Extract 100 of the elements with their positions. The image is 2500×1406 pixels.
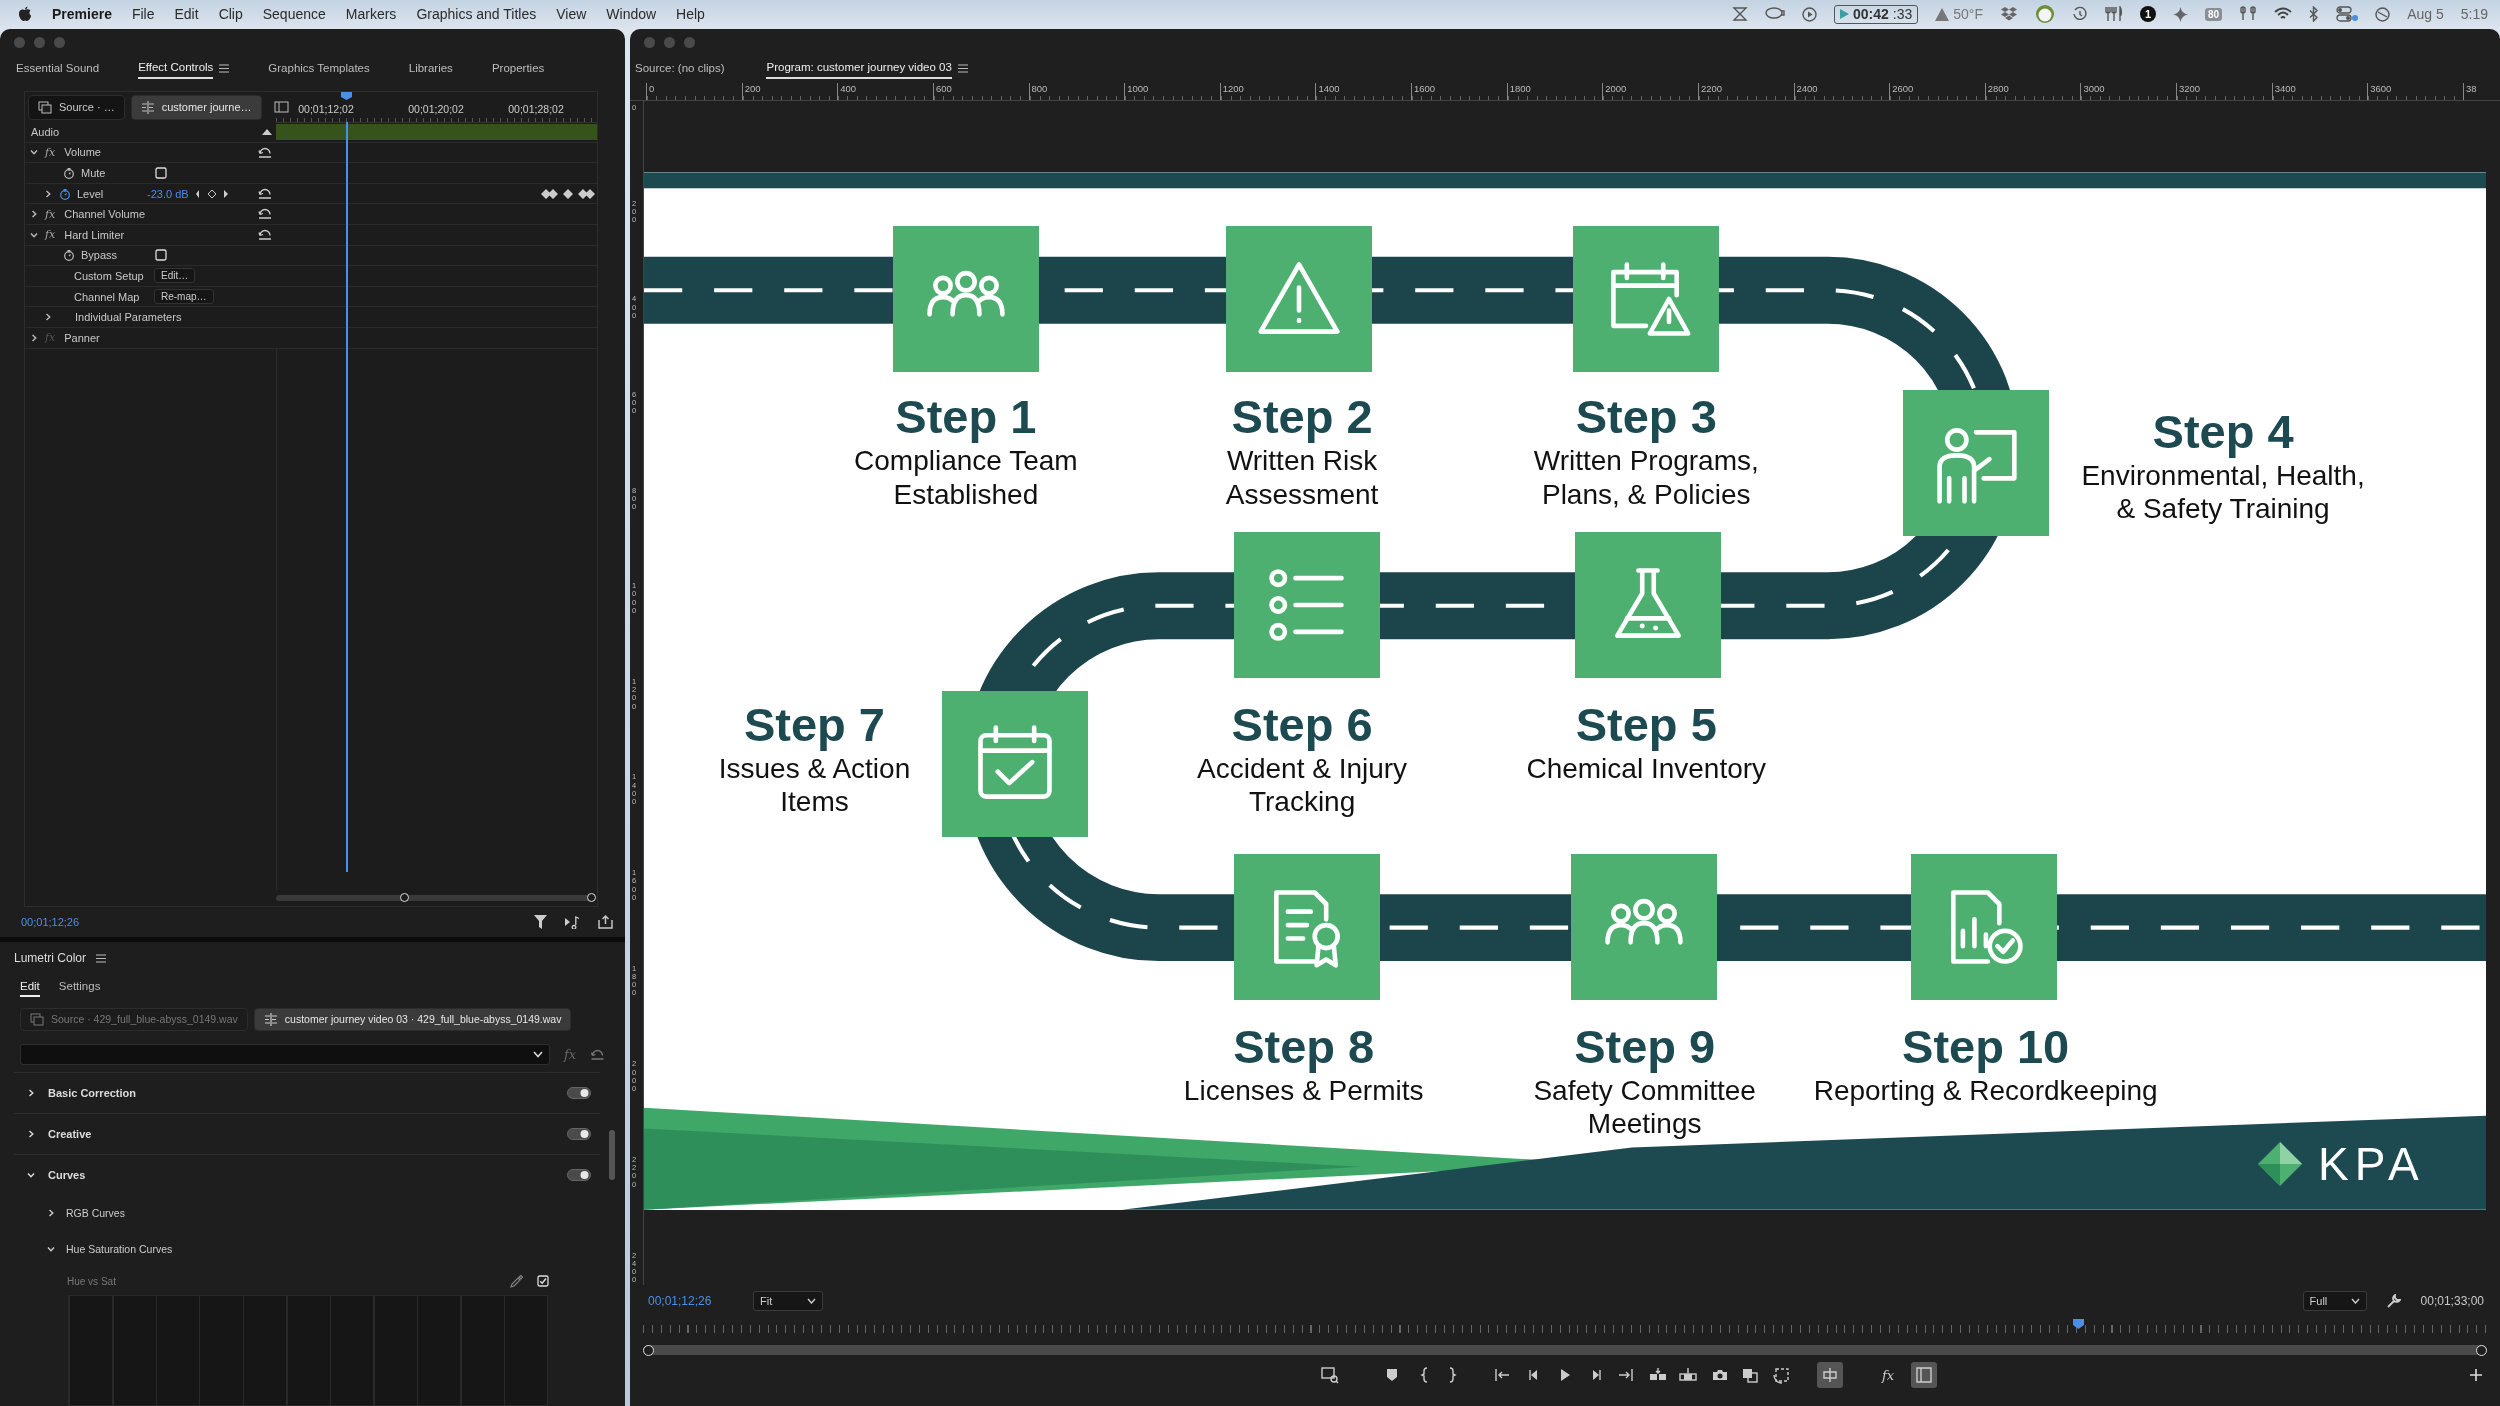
overwrite-icon[interactable] xyxy=(1679,1366,1697,1384)
reset-icon[interactable] xyxy=(258,146,272,158)
menu-item[interactable]: Sequence xyxy=(262,6,326,22)
timer-display[interactable]: 00:42 :33 xyxy=(1834,4,1919,24)
eyedropper-icon[interactable] xyxy=(510,1274,523,1288)
frame-step-icon[interactable] xyxy=(1817,1362,1843,1388)
chevron-icon[interactable] xyxy=(46,1208,56,1218)
chevron-icon[interactable] xyxy=(29,209,39,220)
toggle-switch[interactable] xyxy=(567,1128,591,1140)
chevron-icon[interactable] xyxy=(46,1244,56,1254)
checkbox[interactable] xyxy=(155,249,167,262)
menu-item[interactable]: Window xyxy=(606,6,657,22)
scrollbar-thumb[interactable] xyxy=(609,1130,615,1180)
go-to-in-icon[interactable] xyxy=(1493,1366,1511,1384)
playhead-icon[interactable] xyxy=(341,92,352,100)
chevron-icon[interactable] xyxy=(43,188,53,199)
clip-tab[interactable]: Source · … xyxy=(28,94,125,120)
panel-tab[interactable]: Essential Sound xyxy=(16,55,100,83)
go-to-out-icon[interactable] xyxy=(1617,1366,1635,1384)
panel-tab[interactable]: Program: customer journey video 03 xyxy=(766,55,968,83)
checkbox[interactable] xyxy=(537,1275,549,1287)
control-center-icon[interactable] xyxy=(2336,6,2359,22)
menu-date[interactable]: Aug 5 xyxy=(2407,6,2444,22)
playhead-timecode[interactable]: 00;01;12;26 xyxy=(648,1294,733,1308)
effects-button[interactable]: fx xyxy=(1882,1367,1900,1383)
menu-item[interactable]: Graphics and Titles xyxy=(416,6,537,22)
earbuds-icon[interactable] xyxy=(2239,6,2258,22)
clip-tab[interactable]: customer journey video 03 · 429_full_blue-abyss_0149.wav xyxy=(253,1007,572,1031)
menu-item[interactable]: File xyxy=(131,6,155,22)
panel-tab[interactable]: Properties xyxy=(491,55,545,83)
chevron-icon[interactable] xyxy=(26,1170,36,1180)
box-stack-icon[interactable] xyxy=(2000,6,2019,22)
plus-icon[interactable] xyxy=(2469,1368,2483,1382)
reset-icon[interactable] xyxy=(258,187,272,199)
panel-tab[interactable]: Graphics Templates xyxy=(268,55,370,83)
playhead-icon[interactable] xyxy=(2073,1319,2084,1329)
menu-item[interactable]: Clip xyxy=(218,6,243,22)
menu-clock[interactable]: 5:19 xyxy=(2460,6,2488,22)
toggle-switch[interactable] xyxy=(567,1087,591,1099)
current-timecode[interactable]: 00;01;12;26 xyxy=(20,916,516,928)
stopwatch-icon[interactable] xyxy=(63,249,75,262)
menu-item[interactable]: Markers xyxy=(345,6,397,22)
reset-icon[interactable] xyxy=(258,208,272,220)
resolution-dropdown[interactable]: Full xyxy=(2302,1291,2367,1311)
export-icon[interactable] xyxy=(598,915,613,929)
compare-icon[interactable] xyxy=(1741,1366,1759,1384)
collapse-icon[interactable] xyxy=(262,128,272,136)
circle-slash-icon[interactable] xyxy=(2375,6,2391,22)
timeline-scrollbar[interactable] xyxy=(276,895,593,901)
dashed-square-icon[interactable] xyxy=(1773,1366,1791,1384)
wrench-icon[interactable] xyxy=(2386,1294,2401,1308)
menu-icon[interactable] xyxy=(96,953,107,963)
menu-item[interactable]: Help xyxy=(676,6,705,22)
filter-icon[interactable] xyxy=(534,915,547,929)
section-title[interactable]: Curves xyxy=(48,1169,86,1181)
chevron-icon[interactable] xyxy=(26,1129,36,1139)
zoom-dropdown[interactable]: Fit xyxy=(753,1291,823,1311)
avatar-icon[interactable] xyxy=(2035,4,2056,24)
chevron-icon[interactable] xyxy=(43,312,53,323)
bluetooth-icon[interactable] xyxy=(2309,6,2320,22)
checkbox[interactable] xyxy=(155,167,167,179)
toggle-switch[interactable] xyxy=(567,1169,591,1181)
menu-item[interactable]: View xyxy=(556,6,587,22)
chevron-icon[interactable] xyxy=(26,1088,36,1098)
panel-tab[interactable]: Source: (no clips) xyxy=(635,55,725,83)
wifi-icon[interactable] xyxy=(2274,7,2293,21)
panel-toggle-icon[interactable] xyxy=(273,101,289,113)
notification-badge[interactable]: 1 xyxy=(2140,6,2157,22)
sparkle-icon[interactable] xyxy=(2173,6,2189,22)
parameter-button[interactable]: Edit… xyxy=(154,268,196,284)
menu-icon[interactable] xyxy=(957,63,968,73)
menu-item[interactable]: Edit xyxy=(174,6,199,22)
menu-icon[interactable] xyxy=(219,63,230,73)
play-circle-icon[interactable] xyxy=(1802,6,1817,22)
clip-tab[interactable]: customer journe… xyxy=(130,94,262,120)
effect-toggle[interactable]: fx xyxy=(45,228,56,242)
stopwatch-icon[interactable] xyxy=(63,167,75,179)
hourglass-icon[interactable] xyxy=(1732,7,1748,21)
section-title[interactable]: Creative xyxy=(48,1128,92,1140)
loop-audio-icon[interactable] xyxy=(565,915,580,929)
history-icon[interactable] xyxy=(2072,6,2089,22)
value-field[interactable]: -23.0 dB xyxy=(147,187,189,200)
utensils-icon[interactable] xyxy=(2105,6,2124,22)
parameter-button[interactable]: Re-map… xyxy=(154,289,214,305)
app-menu[interactable]: Premiere xyxy=(52,6,112,22)
keyframe-navigation-icon[interactable] xyxy=(194,188,229,199)
screen-magnifier-icon[interactable] xyxy=(1321,1366,1339,1384)
panel-tab[interactable]: Effect Controls xyxy=(138,55,230,83)
zoom-scrollbar[interactable] xyxy=(643,1345,2487,1355)
cup-icon[interactable] xyxy=(1765,7,1785,21)
stopwatch-icon[interactable] xyxy=(59,187,71,200)
clip-tab[interactable]: Source · 429_full_blue-abyss_0149.wav xyxy=(20,1007,248,1031)
chevron-icon[interactable] xyxy=(29,332,39,343)
panel-tab[interactable]: Libraries xyxy=(408,55,453,83)
panel-tab[interactable]: Edit xyxy=(20,979,40,997)
section-title[interactable]: Basic Correction xyxy=(48,1087,137,1099)
panel-tab[interactable]: Settings xyxy=(58,979,101,997)
effect-toggle[interactable]: fx xyxy=(45,145,56,159)
reset-icon[interactable] xyxy=(258,228,272,240)
effect-toggle[interactable]: fx xyxy=(45,207,56,221)
